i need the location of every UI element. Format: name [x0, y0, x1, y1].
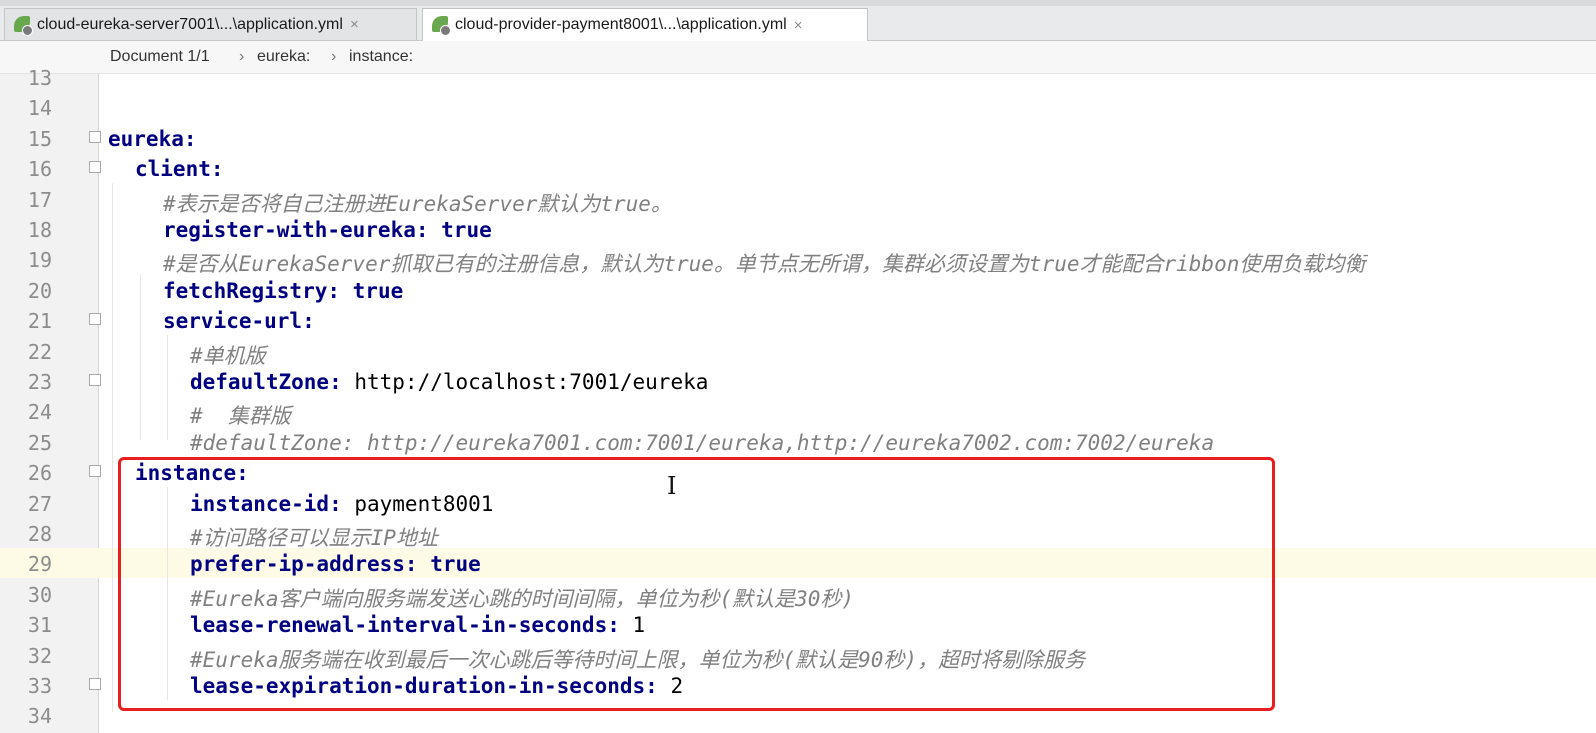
editor-tab-bar: cloud-eureka-server7001\...\application.… [0, 0, 1596, 41]
line-number: 21 [27, 309, 52, 334]
fold-toggle-icon[interactable] [89, 161, 101, 174]
code-line[interactable]: 21 service-url: [0, 305, 1596, 335]
line-number: 24 [27, 400, 52, 425]
line-number: 13 [27, 66, 52, 90]
fold-toggle-icon[interactable] [89, 465, 101, 478]
tab-label: cloud-provider-payment8001\...\applicati… [455, 16, 787, 33]
fold-toggle-icon[interactable] [89, 678, 101, 690]
line-number: 28 [27, 522, 52, 546]
indent-guide [112, 183, 113, 712]
yaml-key: client: [135, 157, 224, 182]
yaml-entry: eureka: [108, 127, 197, 151]
code-line[interactable]: 18 register-with-eureka: true [0, 214, 1596, 244]
code-line[interactable]: 16 client: [0, 153, 1596, 183]
yaml-entry: register-with-eureka: true [163, 218, 492, 242]
line-number: 23 [27, 370, 52, 394]
indent-guide [140, 274, 141, 440]
fold-toggle-icon[interactable] [89, 313, 101, 326]
code-line[interactable]: 17 #表示是否将自己注册进EurekaServer默认为true。 [0, 184, 1596, 216]
code-line[interactable]: 24 # 集群版 [0, 396, 1596, 429]
code-line[interactable]: 19 #是否从EurekaServer抓取已有的注册信息，默认为true。单节点无… [0, 244, 1596, 277]
yaml-key: service-url: [163, 309, 315, 334]
line-number: 29 [27, 552, 52, 577]
tab-eureka-server-application-yml[interactable]: cloud-eureka-server7001\...\application.… [4, 8, 417, 40]
code-line[interactable]: 23 defaultZone: http://localhost:7001/eur… [0, 366, 1596, 396]
spring-leaf-icon [13, 15, 33, 36]
yaml-comment: #defaultZone: http://eureka7001.com:7001… [190, 431, 1214, 455]
yaml-value: http://localhost:7001/eureka [341, 370, 709, 394]
line-number: 22 [27, 339, 52, 364]
code-line[interactable]: 20 fetchRegistry: true [0, 275, 1596, 305]
line-number: 26 [27, 461, 52, 486]
indent-guide [167, 335, 168, 440]
line-number: 32 [27, 643, 52, 668]
comment-text: #单机版 [190, 343, 266, 368]
line-number: 27 [27, 491, 52, 516]
tab-label: cloud-eureka-server7001\...\application.… [37, 15, 343, 33]
close-icon[interactable]: × [794, 17, 803, 34]
line-number: 25 [27, 430, 52, 455]
yaml-value: true [340, 278, 404, 303]
line-number: 19 [27, 248, 52, 273]
line-number: 30 [27, 582, 52, 607]
comment-text: #是否从EurekaServer抓取已有的注册信息，默认为true。单节点无所谓… [163, 252, 1366, 277]
code-line[interactable]: 15 eureka: [0, 123, 1596, 153]
fold-toggle-icon[interactable] [89, 130, 101, 143]
line-number: 20 [27, 278, 52, 303]
line-number: 14 [27, 96, 52, 121]
comment-text: #defaultZone: http://eureka7001.com:7001… [190, 430, 1215, 455]
yaml-entry: service-url: [163, 309, 315, 333]
code-line[interactable]: 22 #单机版 [0, 336, 1596, 368]
close-icon[interactable]: × [350, 16, 359, 33]
line-number: 33 [27, 674, 52, 698]
tab-bar-top-strip [0, 0, 1596, 6]
code-line[interactable]: 13 [0, 62, 1596, 92]
line-number: 16 [27, 157, 52, 182]
text-cursor-icon: I [667, 472, 677, 500]
yaml-key: fetchRegistry: [163, 278, 341, 303]
line-number: 34 [27, 704, 52, 729]
yaml-key: register-with-eureka: [163, 218, 429, 242]
line-number: 18 [27, 218, 52, 242]
line-number: 31 [27, 613, 52, 638]
spring-leaf-icon [431, 15, 451, 36]
yaml-entry: fetchRegistry: true [163, 279, 403, 303]
line-number: 17 [27, 187, 52, 212]
tab-provider-payment-application-yml[interactable]: cloud-provider-payment8001\...\applicati… [422, 8, 868, 41]
comment-text: # 集群版 [190, 404, 291, 429]
code-line[interactable]: 14 [0, 92, 1596, 122]
yaml-value: true [428, 218, 492, 242]
yaml-entry: client: [135, 157, 224, 181]
yaml-key: eureka: [108, 126, 197, 151]
comment-text: #表示是否将自己注册进EurekaServer默认为true。 [163, 191, 672, 216]
fold-toggle-icon[interactable] [89, 374, 101, 386]
yaml-key: defaultZone: [190, 370, 342, 394]
yaml-entry: defaultZone: http://localhost:7001/eurek… [190, 370, 708, 394]
highlight-box [118, 457, 1275, 711]
line-number: 15 [27, 126, 52, 151]
code-line[interactable]: 25 #defaultZone: http://eureka7001.com:70… [0, 427, 1596, 457]
